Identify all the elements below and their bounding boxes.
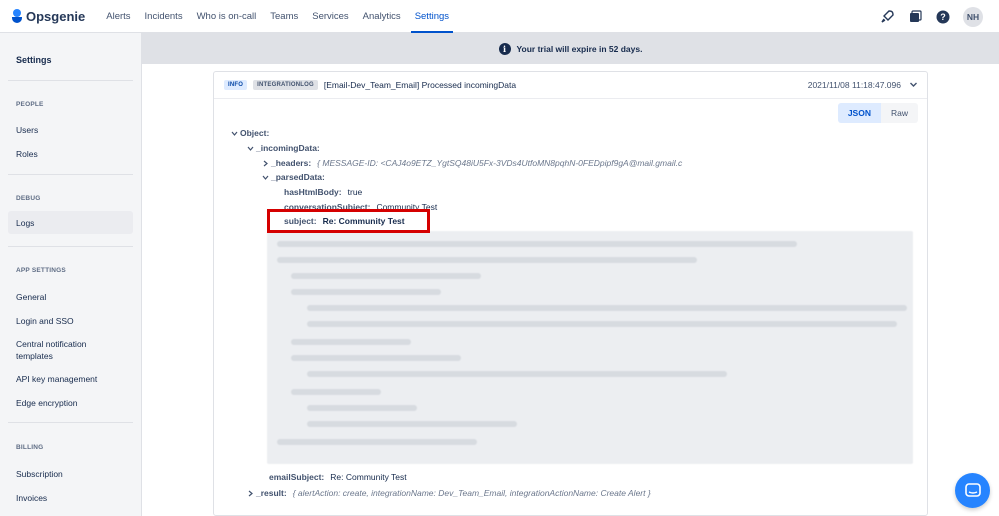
sidebar-item-general[interactable]: General (8, 287, 133, 307)
nav-alerts[interactable]: Alerts (99, 0, 137, 33)
json-view-button[interactable]: JSON (837, 103, 881, 123)
tree-value: Re: Community Test (322, 216, 405, 226)
settings-sidebar: Settings PEOPLE Users Roles DEBUG Logs A… (0, 33, 142, 516)
tree-value: true (347, 187, 363, 197)
nav-right-actions: ? NH (879, 0, 983, 33)
tree-subject: subject: Re: Community Test (284, 216, 405, 226)
sidebar-item-roles[interactable]: Roles (8, 144, 133, 164)
tree-has-html-body: hasHtmlBody: true (284, 187, 362, 197)
nav-settings[interactable]: Settings (408, 0, 456, 33)
trial-banner: i Your trial will expire in 52 days. (142, 33, 999, 64)
sidebar-item-login-sso[interactable]: Login and SSO (8, 311, 133, 331)
tree-parsed-data[interactable]: _parsedData: (261, 172, 325, 182)
view-toggle: JSON Raw (837, 103, 918, 123)
nav-who-is-on-call[interactable]: Who is on-call (190, 0, 264, 33)
tree-root[interactable]: Object: (230, 128, 269, 138)
info-icon: i (498, 42, 511, 55)
raw-view-button[interactable]: Raw (880, 103, 918, 123)
sidebar-section-app-settings: APP SETTINGS (16, 267, 66, 274)
log-entry-header[interactable]: INFO INTEGRATIONLOG [Email-Dev_Team_Emai… (214, 72, 927, 99)
tree-incoming-data[interactable]: _incomingData: (246, 143, 320, 153)
tree-email-subject: emailSubject: Re: Community Test (269, 472, 407, 482)
sidebar-section-debug: DEBUG (16, 195, 41, 202)
tree-result[interactable]: _result: { alertAction: create, integrat… (246, 488, 651, 498)
log-level-badge: INFO (224, 80, 248, 90)
chevron-down-icon (261, 173, 269, 181)
nav-teams[interactable]: Teams (263, 0, 305, 33)
top-navigation: Opsgenie Alerts Incidents Who is on-call… (0, 0, 999, 33)
chat-support-button[interactable] (955, 473, 990, 508)
tree-headers[interactable]: _headers: { MESSAGE-ID: <CAJ4o9ETZ_YgtSQ… (261, 158, 682, 168)
chat-icon (964, 482, 981, 497)
tree-key: _incomingData: (256, 143, 320, 153)
log-type-badge: INTEGRATIONLOG (253, 80, 318, 90)
sidebar-item-invoices[interactable]: Invoices (8, 488, 133, 508)
sidebar-item-users[interactable]: Users (8, 120, 133, 140)
tree-key: hasHtmlBody: (284, 187, 342, 197)
tree-key: emailSubject: (269, 472, 325, 482)
nav-analytics[interactable]: Analytics (356, 0, 408, 33)
trial-banner-text: Your trial will expire in 52 days. (516, 43, 643, 54)
sidebar-divider (8, 174, 133, 175)
log-message: [Email-Dev_Team_Email] Processed incomin… (323, 80, 517, 90)
user-avatar[interactable]: NH (963, 6, 983, 27)
chevron-right-icon (261, 159, 269, 167)
sidebar-item-notification-templates[interactable]: Central notification templates (8, 334, 133, 366)
tree-value-preview: { MESSAGE-ID: <CAJ4o9ETZ_YgtSQ48iU5Fx-3V… (317, 158, 683, 168)
logo-text: Opsgenie (26, 8, 86, 24)
chevron-right-icon (246, 489, 254, 497)
sidebar-item-subscription[interactable]: Subscription (8, 464, 133, 484)
log-timestamp: 2021/11/08 11:18:47.096 (807, 80, 901, 90)
sidebar-divider (8, 422, 133, 423)
main-content: i Your trial will expire in 52 days. INF… (142, 33, 999, 516)
apps-switcher-icon[interactable] (907, 9, 923, 25)
sidebar-item-api-key-management[interactable]: API key management (8, 369, 133, 389)
tree-key: _parsedData: (271, 172, 325, 182)
tree-value-preview: { alertAction: create, integrationName: … (292, 488, 651, 498)
chevron-down-icon[interactable] (907, 78, 919, 90)
svg-text:?: ? (940, 12, 946, 22)
opsgenie-logo[interactable]: Opsgenie (12, 9, 85, 24)
redacted-content (267, 231, 913, 464)
opsgenie-logo-icon (12, 9, 22, 23)
chevron-down-icon (230, 129, 238, 137)
sidebar-divider (8, 80, 133, 81)
sidebar-item-logs[interactable]: Logs (8, 211, 133, 234)
sidebar-section-billing: BILLING (16, 444, 44, 451)
log-entry-card: INFO INTEGRATIONLOG [Email-Dev_Team_Emai… (213, 71, 928, 516)
nav-incidents[interactable]: Incidents (138, 0, 190, 33)
tree-key: _headers: (271, 158, 312, 168)
sidebar-item-edge-encryption[interactable]: Edge encryption (8, 393, 133, 413)
tree-key: _result: (256, 488, 287, 498)
help-icon[interactable]: ? (935, 9, 951, 25)
chevron-down-icon (246, 144, 254, 152)
tree-value: Re: Community Test (330, 472, 407, 482)
sidebar-title: Settings (16, 55, 52, 65)
sidebar-divider (8, 246, 133, 247)
rocket-icon[interactable] (879, 9, 895, 25)
tree-key: subject: (284, 216, 317, 226)
sidebar-section-people: PEOPLE (16, 101, 44, 108)
nav-services[interactable]: Services (305, 0, 355, 33)
tree-key: Object: (240, 128, 270, 138)
